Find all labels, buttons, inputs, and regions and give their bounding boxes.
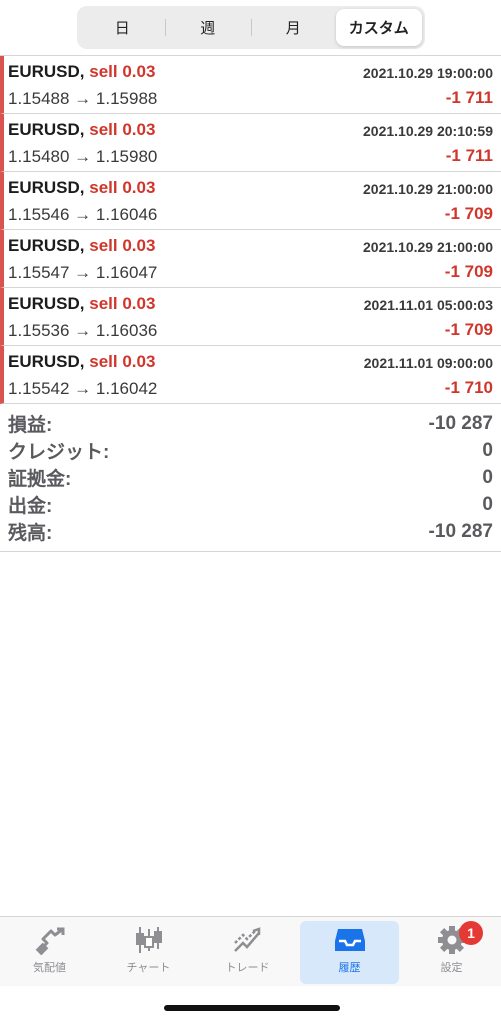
trade-symbol: EURUSD, <box>8 236 85 255</box>
segment-custom[interactable]: カスタム <box>336 9 422 46</box>
trade-prices: 1.15488 → 1.15988 <box>8 89 158 108</box>
segment-day[interactable]: 日 <box>80 9 166 46</box>
trade-side: sell 0.03 <box>89 120 156 139</box>
summary-value: -10 287 <box>428 520 493 542</box>
trade-side: sell 0.03 <box>89 62 156 81</box>
trade-time: 2021.10.29 21:00:00 <box>363 181 493 197</box>
trade-prices: 1.15480 → 1.15980 <box>8 147 158 166</box>
summary-row-credit: クレジット: 0 <box>0 437 501 464</box>
trade-title: EURUSD, sell 0.03 <box>8 294 155 314</box>
tab-quotes[interactable]: 気配値 <box>0 917 99 986</box>
summary-value: 0 <box>482 493 493 515</box>
trade-side: sell 0.03 <box>89 178 156 197</box>
candlestick-chart-icon <box>135 927 162 953</box>
trade-profit: -1 711 <box>445 146 493 165</box>
trade-prices: 1.15547 → 1.16047 <box>8 263 158 282</box>
bottom-tab-bar: 気配値 チャート トレード 履歴 設定 1 <box>0 916 501 986</box>
notification-badge: 1 <box>459 921 483 945</box>
trade-time: 2021.11.01 09:00:00 <box>363 355 493 371</box>
tab-settings[interactable]: 設定 1 <box>402 917 501 986</box>
trade-title: EURUSD, sell 0.03 <box>8 352 155 372</box>
quotes-icon <box>35 927 64 955</box>
tab-label: チャート <box>126 962 171 974</box>
trade-prices: 1.15542 → 1.16042 <box>8 379 158 398</box>
trade-row[interactable]: EURUSD, sell 0.03 2021.10.29 21:00:00 1.… <box>0 230 501 288</box>
period-segmented-control: 日 週 月 カスタム <box>76 6 425 49</box>
trade-row[interactable]: EURUSD, sell 0.03 2021.10.29 21:00:00 1.… <box>0 172 501 230</box>
summary-value: 0 <box>482 439 493 461</box>
trade-time: 2021.10.29 19:00:00 <box>363 65 493 81</box>
trade-time: 2021.11.01 05:00:03 <box>363 297 493 313</box>
tab-label: 気配値 <box>33 962 66 974</box>
tab-label: トレード <box>225 962 270 974</box>
summary-label: 損益: <box>8 415 53 436</box>
trade-time: 2021.10.29 21:00:00 <box>363 239 493 255</box>
trade-title: EURUSD, sell 0.03 <box>8 236 155 256</box>
account-summary: 損益: -10 287 クレジット: 0 証拠金: 0 出金: 0 残高: -1… <box>0 404 501 552</box>
tab-chart[interactable]: チャート <box>99 917 198 986</box>
summary-label: 出金: <box>8 496 53 517</box>
segment-month[interactable]: 月 <box>250 9 337 46</box>
trade-prices: 1.15546 → 1.16046 <box>8 205 158 224</box>
summary-label: クレジット: <box>8 442 110 463</box>
trade-history-list: EURUSD, sell 0.03 2021.10.29 19:00:00 1.… <box>0 56 501 404</box>
summary-row-profit: 損益: -10 287 <box>0 410 501 437</box>
trade-profit: -1 709 <box>444 204 493 223</box>
summary-value: 0 <box>482 466 493 488</box>
trade-time: 2021.10.29 20:10:59 <box>363 123 493 139</box>
trade-symbol: EURUSD, <box>8 62 85 81</box>
segment-week[interactable]: 週 <box>165 9 251 46</box>
trade-row[interactable]: EURUSD, sell 0.03 2021.10.29 20:10:59 1.… <box>0 114 501 172</box>
summary-row-balance: 残高: -10 287 <box>0 518 501 545</box>
period-selector-bar: 日 週 月 カスタム <box>0 0 501 56</box>
trade-profit: -1 711 <box>445 88 493 107</box>
tab-label: 履歴 <box>338 962 361 974</box>
trade-profit: -1 710 <box>444 378 493 397</box>
trade-title: EURUSD, sell 0.03 <box>8 178 155 198</box>
trade-title: EURUSD, sell 0.03 <box>8 120 155 140</box>
tab-history[interactable]: 履歴 <box>300 921 399 984</box>
trade-row[interactable]: EURUSD, sell 0.03 2021.11.01 09:00:00 1.… <box>0 346 501 404</box>
trade-icon <box>233 927 260 952</box>
trade-symbol: EURUSD, <box>8 120 85 139</box>
summary-label: 残高: <box>8 523 53 544</box>
trade-row[interactable]: EURUSD, sell 0.03 2021.10.29 19:00:00 1.… <box>0 56 501 114</box>
trade-row[interactable]: EURUSD, sell 0.03 2021.11.01 05:00:03 1.… <box>0 288 501 346</box>
trade-prices: 1.15536 → 1.16036 <box>8 321 158 340</box>
summary-row-deposit: 証拠金: 0 <box>0 464 501 491</box>
summary-value: -10 287 <box>428 412 493 434</box>
trade-symbol: EURUSD, <box>8 352 85 371</box>
summary-row-withdrawal: 出金: 0 <box>0 491 501 518</box>
trade-side: sell 0.03 <box>89 294 156 313</box>
trade-symbol: EURUSD, <box>8 178 85 197</box>
summary-label: 証拠金: <box>8 469 72 490</box>
trade-title: EURUSD, sell 0.03 <box>8 62 155 82</box>
trade-side: sell 0.03 <box>89 236 156 255</box>
tab-trade[interactable]: トレード <box>198 917 297 986</box>
trade-side: sell 0.03 <box>89 352 156 371</box>
trade-symbol: EURUSD, <box>8 294 85 313</box>
history-inbox-icon <box>334 929 365 951</box>
tab-label: 設定 <box>440 962 463 974</box>
home-indicator <box>164 1005 340 1011</box>
trade-profit: -1 709 <box>444 262 493 281</box>
trade-profit: -1 709 <box>444 320 493 339</box>
